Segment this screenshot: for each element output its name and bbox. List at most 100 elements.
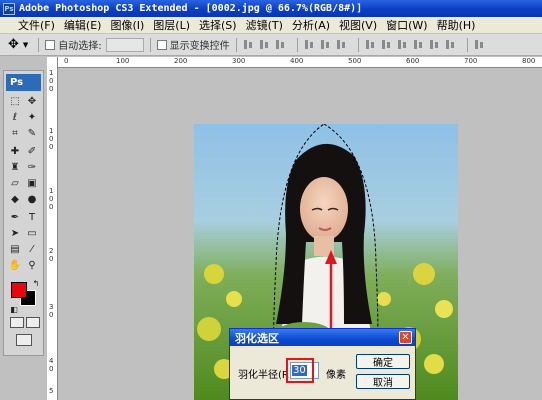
healing-brush-tool-icon[interactable]: ✚ <box>7 145 23 159</box>
distribute-bottom-icon[interactable] <box>397 39 408 50</box>
zoom-tool-icon[interactable]: ⚲ <box>24 259 40 273</box>
close-icon[interactable]: ✕ <box>399 331 412 344</box>
clone-stamp-tool-icon[interactable]: ♜ <box>7 161 23 175</box>
dodge-tool-icon[interactable]: ● <box>24 193 40 207</box>
photoshop-logo: Ps <box>6 74 41 91</box>
options-bar: ✥ ▼ 自动选择: 显示变换控件 <box>0 34 542 56</box>
ruler-number: 1 <box>49 127 54 135</box>
show-transform-label: 显示变换控件 <box>169 41 230 52</box>
lasso-tool-icon[interactable]: ℓ <box>7 111 23 125</box>
ok-button[interactable]: 确定 <box>356 354 410 369</box>
shape-tool-icon[interactable]: ▭ <box>24 227 40 241</box>
cancel-button[interactable]: 取消 <box>356 374 410 389</box>
dialog-titlebar: 羽化选区 ✕ <box>230 329 415 346</box>
auto-select-checkbox[interactable] <box>45 39 56 50</box>
ruler-number: 0 <box>64 57 69 65</box>
options-separator <box>466 37 468 52</box>
vertical-ruler: 1 0 0 1 0 0 1 0 0 2 0 3 0 4 0 5 <box>47 57 58 400</box>
hand-tool-icon[interactable]: ✋ <box>7 259 23 273</box>
distribute-hcenter-icon[interactable] <box>429 39 440 50</box>
menu-edit[interactable]: 编辑(E) <box>64 17 102 33</box>
ruler-number: 600 <box>406 57 420 65</box>
path-selection-tool-icon[interactable]: ➤ <box>7 227 23 241</box>
menu-image[interactable]: 图像(I) <box>110 17 144 33</box>
align-top-icon[interactable] <box>243 39 254 50</box>
ruler-number: 3 <box>49 303 54 311</box>
distribute-left-icon[interactable] <box>413 39 424 50</box>
feather-selection-dialog: 羽化选区 ✕ 羽化半径(R): 30 像素 确定 取消 <box>229 328 416 400</box>
blur-tool-icon[interactable]: ◆ <box>7 193 23 207</box>
options-separator <box>38 37 40 52</box>
foreground-color-swatch[interactable] <box>11 282 27 298</box>
face <box>300 177 348 241</box>
menu-window[interactable]: 窗口(W) <box>386 17 427 33</box>
standard-mode-button[interactable] <box>10 317 24 328</box>
distribute-top-icon[interactable] <box>365 39 376 50</box>
ruler-number: 100 <box>116 57 130 65</box>
ruler-number: 0 <box>49 203 54 211</box>
distribute-right-icon[interactable] <box>445 39 456 50</box>
auto-align-icon[interactable] <box>474 39 485 50</box>
marquee-tool-icon[interactable]: ⬚ <box>7 95 23 109</box>
slice-tool-icon[interactable]: ✎ <box>24 127 40 141</box>
ruler-number: 500 <box>348 57 362 65</box>
quick-mask-mode-button[interactable] <box>26 317 40 328</box>
menu-filter[interactable]: 滤镜(T) <box>246 17 283 33</box>
gradient-tool-icon[interactable]: ▣ <box>24 177 40 191</box>
ruler-number: 0 <box>49 135 54 143</box>
tool-preset-dropdown-icon[interactable]: ▼ <box>23 41 28 49</box>
ruler-number: 0 <box>49 195 54 203</box>
distribute-vcenter-icon[interactable] <box>381 39 392 50</box>
eyedropper-tool-icon[interactable]: ⁄ <box>24 243 40 257</box>
menu-file[interactable]: 文件(F) <box>18 17 55 33</box>
ruler-number: 0 <box>49 311 54 319</box>
align-left-icon[interactable] <box>304 39 315 50</box>
move-tool-icon[interactable]: ✥ <box>8 37 19 52</box>
show-transform-checkbox[interactable] <box>156 39 167 50</box>
ruler-number: 0 <box>49 143 54 151</box>
magic-wand-tool-icon[interactable]: ✦ <box>24 111 40 125</box>
history-brush-tool-icon[interactable]: ✑ <box>24 161 40 175</box>
ruler-number: 800 <box>522 57 536 65</box>
ruler-number: 0 <box>49 85 54 93</box>
brush-tool-icon[interactable]: ✐ <box>24 145 40 159</box>
options-separator <box>296 37 298 52</box>
align-hcenter-icon[interactable] <box>320 39 331 50</box>
default-colors-icon[interactable]: ◧ <box>6 303 22 317</box>
align-bottom-icon[interactable] <box>275 39 286 50</box>
unit-label: 像素 <box>326 370 346 381</box>
auto-select-dropdown[interactable] <box>105 37 144 52</box>
ruler-number: 200 <box>174 57 188 65</box>
screen-mode-button[interactable] <box>16 334 32 346</box>
toolbox-panel: Ps ⬚ ✥ ℓ ✦ ⌗ ✎ ✚ ✐ ♜ ✑ ▱ ▣ ◆ ● ✒ T ➤ ▭ ▤… <box>3 70 44 356</box>
ruler-number: 2 <box>49 247 54 255</box>
menu-layer[interactable]: 图层(L) <box>153 17 190 33</box>
ruler-number: 4 <box>49 357 54 365</box>
ruler-number: 0 <box>49 255 54 263</box>
ruler-number: 0 <box>49 365 54 373</box>
type-tool-icon[interactable]: T <box>24 211 40 225</box>
ruler-number: 400 <box>290 57 304 65</box>
options-separator <box>235 37 237 52</box>
horizontal-ruler: 0 100 200 300 400 500 600 700 800 <box>58 57 542 68</box>
options-separator <box>357 37 359 52</box>
pen-tool-icon[interactable]: ✒ <box>7 211 23 225</box>
dialog-title: 羽化选区 <box>235 331 279 345</box>
menu-select[interactable]: 选择(S) <box>199 17 237 33</box>
align-right-icon[interactable] <box>336 39 347 50</box>
menu-help[interactable]: 帮助(H) <box>437 17 476 33</box>
menu-view[interactable]: 视图(V) <box>339 17 377 33</box>
menu-analysis[interactable]: 分析(A) <box>292 17 330 33</box>
eraser-tool-icon[interactable]: ▱ <box>7 177 23 191</box>
align-vcenter-icon[interactable] <box>259 39 270 50</box>
notes-tool-icon[interactable]: ▤ <box>7 243 23 257</box>
ruler-number: 0 <box>49 77 54 85</box>
ruler-number: 1 <box>49 187 54 195</box>
menu-bar: 文件(F) 编辑(E) 图像(I) 图层(L) 选择(S) 滤镜(T) 分析(A… <box>0 17 542 34</box>
ruler-number: 300 <box>232 57 246 65</box>
annotation-highlight-box <box>286 358 314 383</box>
swap-colors-icon[interactable]: ↰ <box>28 277 44 291</box>
move-tool-icon[interactable]: ✥ <box>24 95 40 109</box>
photoshop-app-icon: Ps <box>3 2 15 15</box>
crop-tool-icon[interactable]: ⌗ <box>7 127 23 141</box>
